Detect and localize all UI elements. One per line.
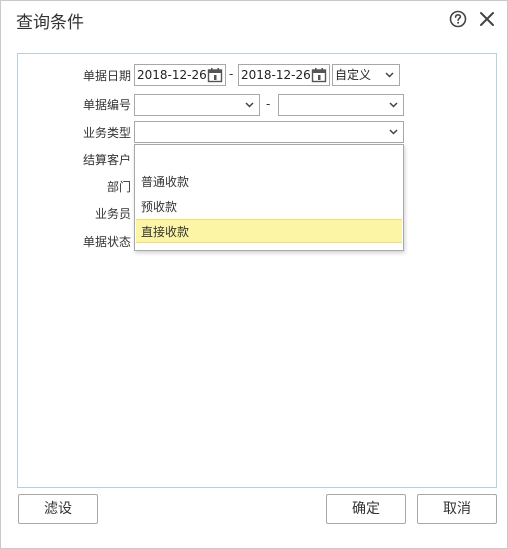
query-conditions-dialog: 查询条件 单据日期 2018-12-26 - 2018-12-26 自定义 单据…: [0, 0, 508, 549]
dialog-title: 查询条件: [16, 13, 84, 33]
date-to-value: 2018-12-26: [241, 68, 311, 82]
calendar-icon[interactable]: [207, 67, 223, 83]
date-from-value: 2018-12-26: [137, 68, 207, 82]
doc-no-from-select[interactable]: [134, 94, 260, 116]
dept-label: 部门: [106, 180, 131, 194]
close-icon[interactable]: [477, 9, 497, 29]
biz-type-dropdown-list: 普通收款 预收款 直接收款: [134, 144, 404, 251]
status-label: 单据状态: [82, 235, 131, 249]
calendar-icon[interactable]: [311, 67, 327, 83]
dropdown-option-direct-receipt[interactable]: 直接收款: [136, 219, 402, 243]
date-range-separator: -: [229, 67, 234, 81]
dropdown-option-empty[interactable]: [136, 147, 402, 171]
dropdown-option-normal-receipt[interactable]: 普通收款: [136, 170, 402, 194]
date-range-value: 自定义: [335, 68, 372, 82]
dropdown-option-advance-receipt[interactable]: 预收款: [136, 195, 402, 219]
cancel-button[interactable]: 取消: [417, 494, 497, 524]
filter-settings-button[interactable]: 滤设: [18, 494, 98, 524]
chevron-down-icon: [389, 129, 398, 135]
date-from-field[interactable]: 2018-12-26: [134, 64, 226, 86]
ok-button[interactable]: 确定: [326, 494, 406, 524]
chevron-down-icon: [389, 102, 398, 108]
dialog-titlebar: 查询条件: [1, 1, 507, 37]
customer-label: 结算客户: [82, 153, 131, 167]
date-to-field[interactable]: 2018-12-26: [238, 64, 330, 86]
doc-no-label: 单据编号: [82, 98, 131, 112]
doc-no-separator: -: [266, 97, 271, 111]
salesman-label: 业务员: [94, 207, 131, 221]
chevron-down-icon: [385, 72, 394, 78]
help-circle-icon[interactable]: [449, 10, 467, 28]
chevron-down-icon: [245, 102, 254, 108]
date-label: 单据日期: [82, 69, 131, 83]
doc-no-to-select[interactable]: [278, 94, 404, 116]
biz-type-label: 业务类型: [82, 126, 131, 140]
conditions-panel: [17, 53, 497, 488]
biz-type-select[interactable]: [134, 121, 404, 143]
date-range-select[interactable]: 自定义: [332, 64, 400, 86]
